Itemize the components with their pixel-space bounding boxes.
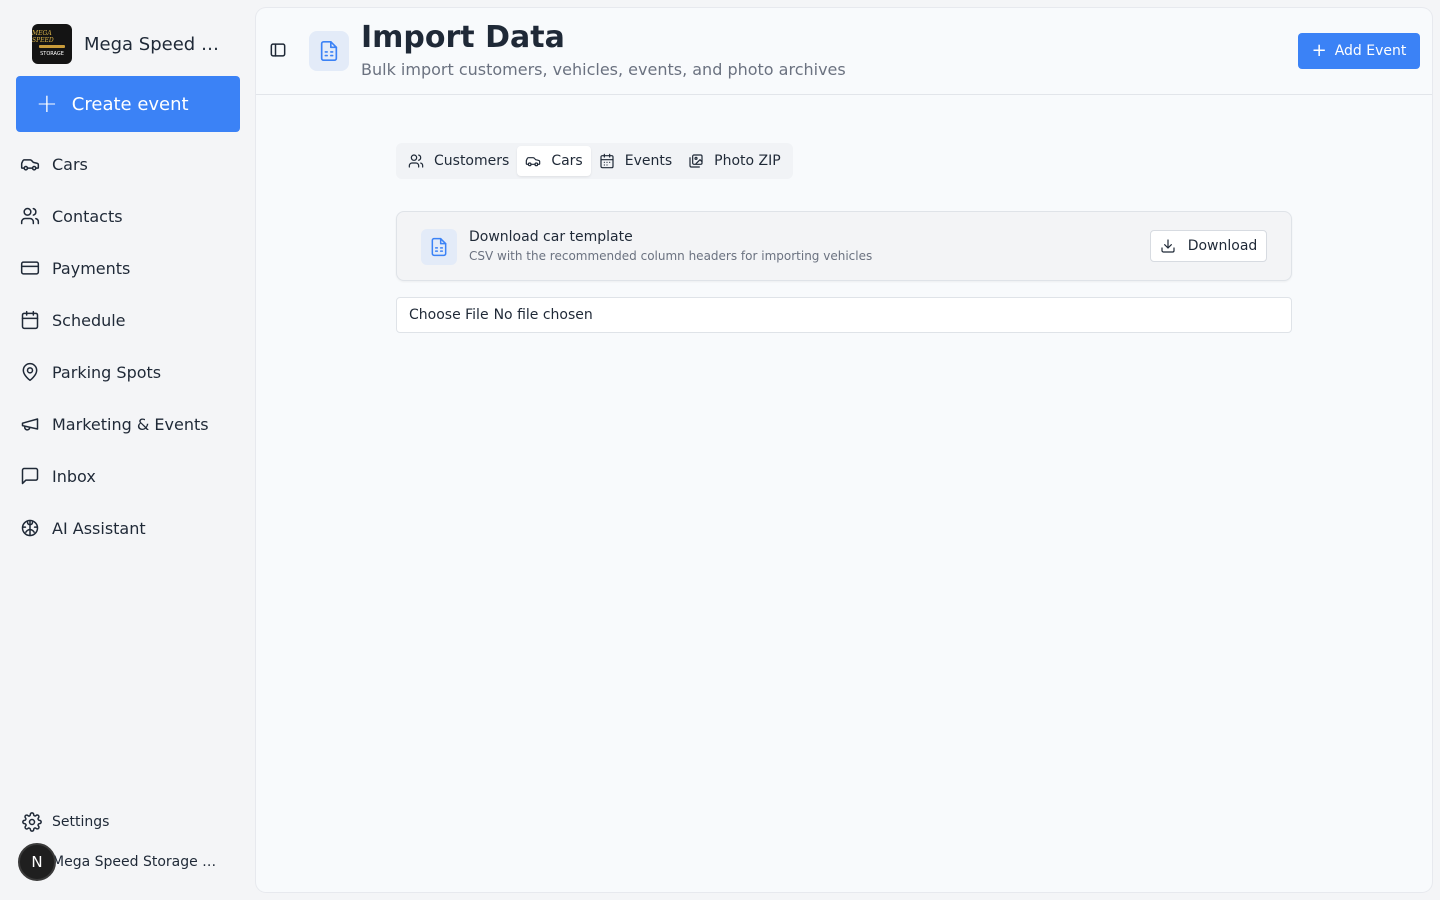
car-icon	[20, 159, 40, 171]
sidebar-item-payments[interactable]: Payments	[0, 242, 256, 294]
plus-icon: +	[36, 89, 58, 119]
tab-photo-zip[interactable]: Photo ZIP	[680, 146, 789, 176]
logo-car-shape	[39, 45, 65, 48]
download-button[interactable]: Download	[1150, 230, 1267, 262]
tab-label: Customers	[434, 153, 510, 169]
sidebar-item-marketing-events[interactable]: Marketing & Events	[0, 398, 256, 450]
tab-cars[interactable]: Cars	[517, 146, 591, 176]
tab-events[interactable]: Events	[591, 146, 680, 176]
file-status: No file chosen	[493, 307, 593, 323]
template-card: Download car template CSV with the recom…	[396, 211, 1292, 281]
tab-label: Events	[624, 153, 673, 169]
user-menu[interactable]: N Mega Speed Storage Admin	[18, 842, 224, 882]
page-header: Import Data Bulk import customers, vehic…	[256, 8, 1432, 95]
brand-name: Mega Speed Storage	[84, 33, 226, 55]
sidebar-item-settings[interactable]: Settings	[22, 812, 109, 832]
brand-logo: MEGA SPEED STORAGE	[32, 24, 72, 64]
import-tabs: Customers Cars Events Photo ZIP	[396, 143, 793, 179]
avatar: N	[18, 843, 56, 881]
file-spreadsheet-icon	[421, 229, 457, 265]
user-name: Mega Speed Storage Admin	[52, 854, 224, 870]
sidebar-item-label: Marketing & Events	[52, 414, 209, 434]
sidebar-item-inbox[interactable]: Inbox	[0, 450, 256, 502]
sidebar-item-parking-spots[interactable]: Parking Spots	[0, 346, 256, 398]
add-event-label: Add Event	[1334, 43, 1407, 59]
sidebar-item-label: Payments	[52, 258, 131, 278]
tab-label: Photo ZIP	[714, 153, 781, 169]
tab-label: Cars	[551, 153, 583, 169]
brand[interactable]: MEGA SPEED STORAGE Mega Speed Storage	[32, 24, 226, 64]
brain-icon	[21, 519, 39, 537]
sidebar-item-label: Schedule	[52, 310, 126, 330]
sidebar-nav: Cars Contacts Payments Schedule Parking …	[0, 138, 256, 554]
tab-customers[interactable]: Customers	[400, 146, 517, 176]
sidebar-item-ai-assistant[interactable]: AI Assistant	[0, 502, 256, 554]
map-pin-icon	[22, 362, 38, 382]
sidebar-item-schedule[interactable]: Schedule	[0, 294, 256, 346]
download-label: Download	[1187, 238, 1258, 254]
sidebar-item-label: Contacts	[52, 206, 123, 226]
users-icon	[20, 207, 40, 225]
settings-label: Settings	[52, 814, 110, 830]
page-title: Import Data	[361, 20, 565, 55]
create-event-button[interactable]: + Create event	[16, 76, 240, 132]
page-subtitle: Bulk import customers, vehicles, events,…	[361, 60, 846, 79]
megaphone-icon	[21, 418, 39, 431]
choose-file-button[interactable]: Choose File	[409, 307, 489, 323]
template-description: CSV with the recommended column headers …	[469, 249, 873, 263]
template-title: Download car template	[469, 229, 633, 245]
sidebar-toggle-icon[interactable]	[268, 40, 288, 60]
sidebar-item-cars[interactable]: Cars	[0, 138, 256, 190]
calendar-icon	[600, 153, 614, 169]
file-spreadsheet-icon	[309, 31, 349, 71]
car-icon	[526, 157, 541, 167]
logo-text-top: MEGA SPEED	[32, 30, 54, 44]
file-input[interactable]: Choose File No file chosen	[396, 297, 1292, 333]
message-square-icon	[21, 467, 39, 485]
plus-icon: +	[1311, 40, 1327, 61]
credit-card-icon	[20, 261, 40, 275]
main-panel: Import Data Bulk import customers, vehic…	[256, 8, 1432, 892]
create-event-label: Create event	[71, 93, 189, 115]
sidebar-item-contacts[interactable]: Contacts	[0, 190, 256, 242]
gear-icon	[22, 812, 42, 832]
sidebar-item-label: Inbox	[52, 466, 96, 486]
users-icon	[408, 154, 424, 168]
sidebar: MEGA SPEED STORAGE Mega Speed Storage + …	[0, 0, 256, 900]
download-icon	[1161, 239, 1175, 253]
sidebar-item-label: Cars	[52, 154, 88, 174]
logo-text-bottom: STORAGE	[40, 51, 64, 57]
calendar-icon	[21, 310, 39, 330]
images-icon	[689, 154, 703, 168]
sidebar-item-label: Parking Spots	[52, 362, 162, 382]
sidebar-item-label: AI Assistant	[52, 518, 146, 538]
add-event-button[interactable]: + Add Event	[1298, 33, 1420, 69]
